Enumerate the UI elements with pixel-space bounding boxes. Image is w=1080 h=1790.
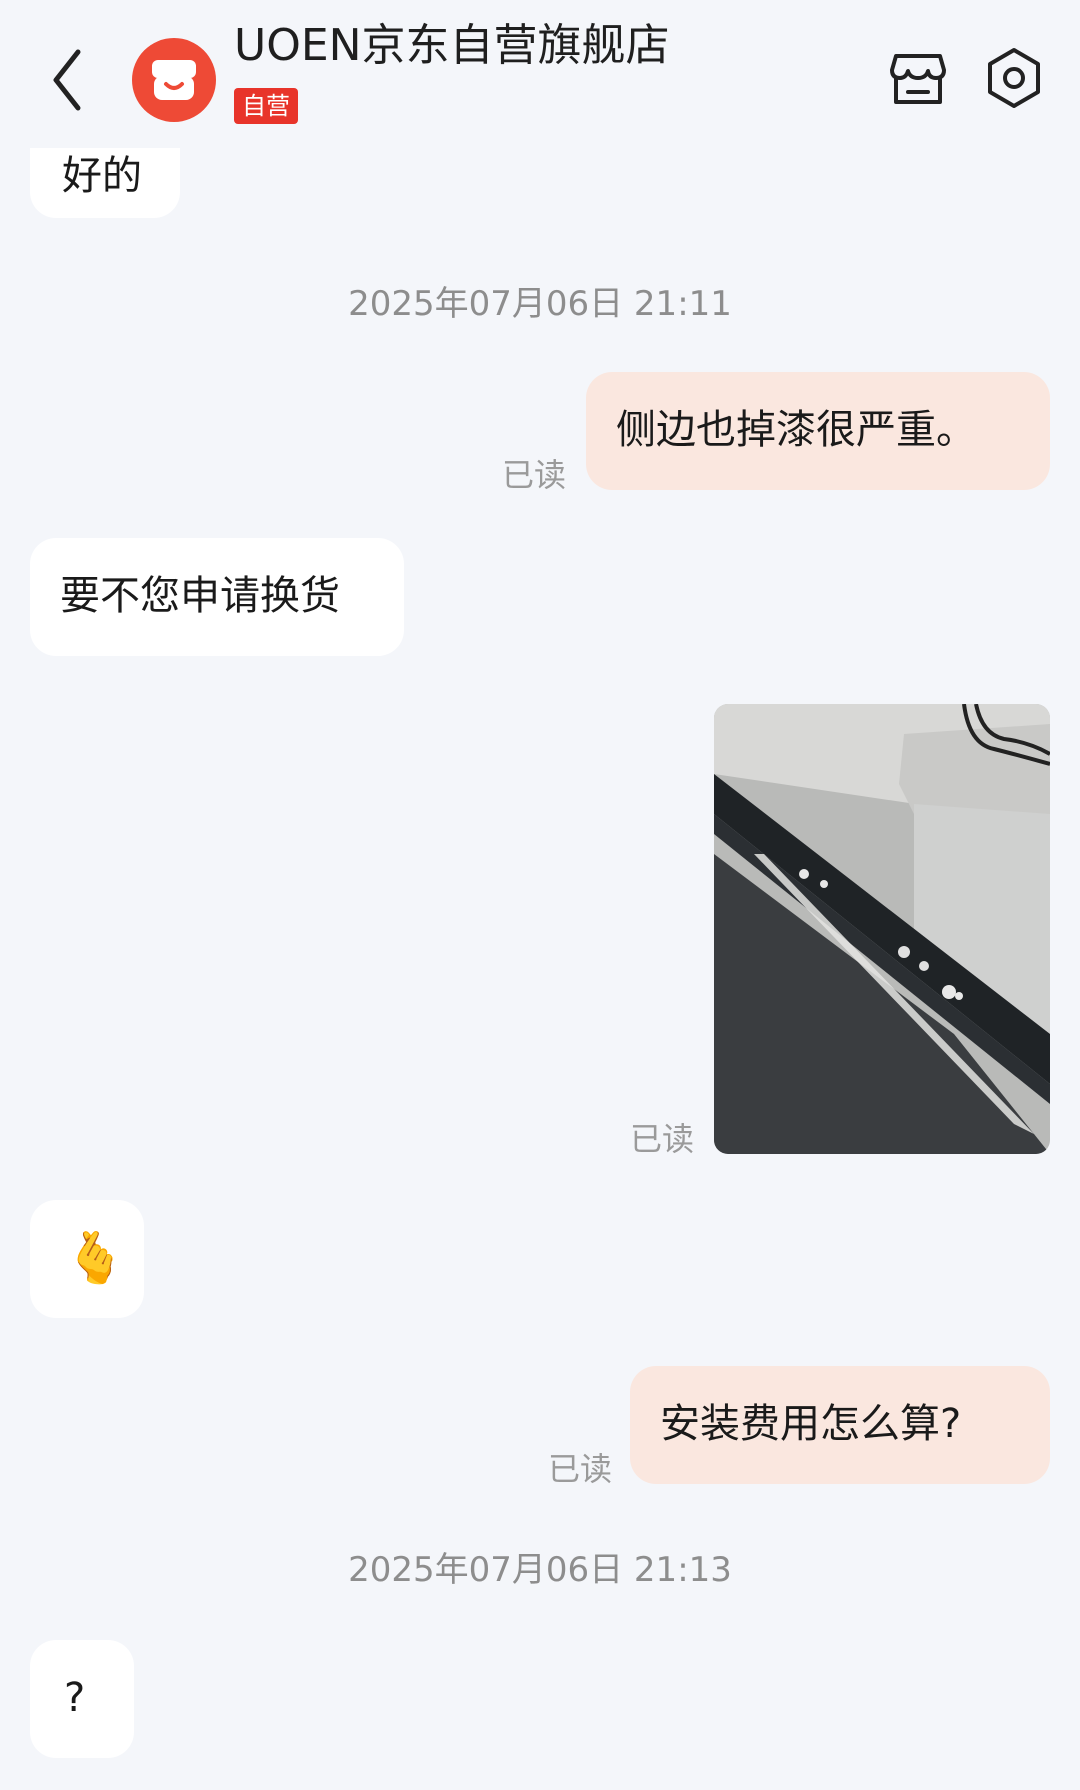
damaged-frame-photo — [714, 704, 1050, 1154]
message-text: 侧边也掉漆很严重。 — [616, 407, 976, 453]
message-text: ? — [64, 1675, 86, 1721]
message-text: 要不您申请换货 — [60, 573, 340, 619]
chevron-left-icon — [53, 49, 81, 111]
message-text: 安装费用怎么算? — [660, 1401, 962, 1447]
received-message[interactable]: ? — [30, 1640, 134, 1758]
self-operated-badge: 自营 — [234, 88, 298, 124]
sent-message[interactable]: 安装费用怎么算? — [630, 1366, 1050, 1484]
timestamp: 2025年07月06日 21:11 — [348, 284, 732, 324]
shop-logo-icon — [152, 60, 196, 100]
store-button[interactable] — [886, 46, 950, 110]
back-button[interactable] — [44, 40, 104, 120]
sent-photo[interactable] — [714, 704, 1050, 1154]
received-message[interactable]: 🫰 — [30, 1200, 144, 1318]
message-text: 好的 — [62, 153, 142, 199]
read-status: 已读 — [502, 456, 567, 494]
heart-hands-emoji: 🫰 — [64, 1229, 127, 1287]
hexagon-settings-icon — [988, 48, 1040, 108]
storefront-icon — [890, 54, 946, 104]
sent-message[interactable]: 侧边也掉漆很严重。 — [586, 372, 1050, 490]
shop-avatar[interactable] — [132, 38, 216, 122]
read-status: 已读 — [548, 1450, 613, 1488]
received-message[interactable]: 要不您申请换货 — [30, 538, 404, 656]
shop-name[interactable]: UOEN京东自营旗舰店 — [234, 16, 670, 76]
chat-header: UOEN京东自营旗舰店 自营 — [0, 0, 1080, 148]
read-status: 已读 — [630, 1120, 695, 1158]
settings-button[interactable] — [982, 46, 1046, 110]
timestamp: 2025年07月06日 21:13 — [348, 1550, 732, 1590]
